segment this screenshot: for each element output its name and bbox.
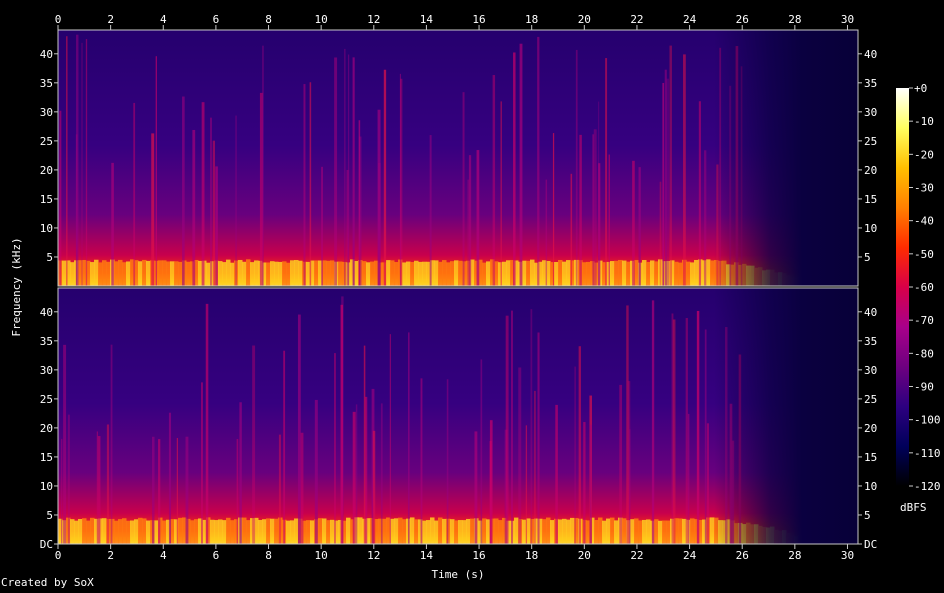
y-tick-label-right: 30: [864, 364, 877, 377]
colorbar-scale: [896, 88, 909, 486]
y-tick-label-right: 40: [864, 306, 877, 319]
colorbar-tick-label: -60: [914, 281, 934, 294]
y-tick-label-left: 10: [40, 222, 53, 235]
y-tick-label-left: 20: [40, 422, 53, 435]
x-tick-label-bottom: 28: [788, 549, 801, 562]
x-tick-label-bottom: 20: [578, 549, 591, 562]
x-tick-label-top: 20: [578, 13, 591, 26]
x-tick-label-bottom: 12: [367, 549, 380, 562]
colorbar-tick-label: -70: [914, 314, 934, 327]
x-axis-label: Time (s): [432, 568, 485, 581]
y-tick-label-right: 30: [864, 106, 877, 119]
y-tick-label-left: 35: [40, 77, 53, 90]
x-tick-label-bottom: 4: [160, 549, 167, 562]
channel-1-panel: [57, 29, 859, 287]
y-tick-label-right: 5: [864, 251, 871, 264]
colorbar-ticks: +0 -10 -20 -30 -40 -50 -60 -70 -80 -90 -100 -110 -12…: [909, 82, 941, 493]
x-tick-label-bottom: 22: [630, 549, 643, 562]
colorbar-tick-label: -110: [914, 447, 941, 460]
colorbar-tick-label: -50: [914, 248, 934, 261]
x-tick-label-bottom: 8: [265, 549, 272, 562]
colorbar-tick-label: -80: [914, 347, 934, 360]
colorbar-tick-label: -30: [914, 182, 934, 195]
y-tick-label-right: 15: [864, 451, 877, 464]
x-tick-label-top: 10: [315, 13, 328, 26]
y-tick-label-right: 20: [864, 422, 877, 435]
colorbar-tick-label: -40: [914, 215, 934, 228]
y-tick-label-right: DC: [864, 538, 877, 551]
y-tick-label-left: 20: [40, 164, 53, 177]
channel-1-fadeout: [58, 30, 858, 286]
x-tick-label-bottom: 26: [736, 549, 749, 562]
x-tick-label-bottom: 0: [55, 549, 62, 562]
x-tick-label-top: 0: [55, 13, 62, 26]
y-tick-label-left: 30: [40, 106, 53, 119]
x-axis-top: 0 2 4 6 8 10 12 14 16 18 20 22 24 26 28 30: [55, 13, 854, 30]
x-tick-label-bottom: 24: [683, 549, 697, 562]
y-tick-label-left: 30: [40, 364, 53, 377]
y-tick-label-right: 10: [864, 222, 877, 235]
x-tick-label-top: 30: [841, 13, 854, 26]
colorbar-tick-label: -10: [914, 115, 934, 128]
y-tick-label-right: 20: [864, 164, 877, 177]
x-tick-label-bottom: 16: [472, 549, 485, 562]
channel-2-panel: [57, 287, 859, 545]
y-tick-label-left: 15: [40, 193, 53, 206]
y-tick-label-right: 25: [864, 393, 877, 406]
y-tick-label-right: 35: [864, 77, 877, 90]
x-tick-label-top: 6: [213, 13, 220, 26]
x-tick-label-top: 2: [107, 13, 114, 26]
x-tick-label-bottom: 30: [841, 549, 854, 562]
x-tick-label-top: 14: [420, 13, 434, 26]
y-tick-label-left: 10: [40, 480, 53, 493]
colorbar-tick-label: -120: [914, 480, 941, 493]
channel-2-fadeout: [58, 288, 858, 544]
y-tick-label-right: 10: [864, 480, 877, 493]
y-tick-label-left: 15: [40, 451, 53, 464]
y-tick-label-right: 5: [864, 509, 871, 522]
y-tick-label-right: 25: [864, 135, 877, 148]
y-tick-label-left: 25: [40, 393, 53, 406]
y-tick-label-left: 25: [40, 135, 53, 148]
colorbar-tick-label: -20: [914, 148, 934, 161]
x-tick-label-top: 16: [472, 13, 485, 26]
x-tick-label-top: 4: [160, 13, 167, 26]
x-tick-label-top: 22: [630, 13, 643, 26]
y-axis-label: Frequency (kHz): [10, 237, 23, 336]
y-tick-label-left: 35: [40, 335, 53, 348]
x-tick-label-top: 28: [788, 13, 801, 26]
y-tick-label-left: 5: [46, 251, 53, 264]
colorbar-tick-label: -90: [914, 381, 934, 394]
x-tick-label-top: 18: [525, 13, 538, 26]
colorbar-tick-label: +0: [914, 82, 927, 95]
x-tick-label-bottom: 18: [525, 549, 538, 562]
x-tick-label-bottom: 6: [213, 549, 220, 562]
colorbar-label: dBFS: [900, 501, 927, 514]
x-axis-bottom: 0 2 4 6 8 10 12 14 16 18 20 22 24 26 28 30: [55, 544, 854, 562]
colorbar: +0 -10 -20 -30 -40 -50 -60 -70 -80 -90 -100 -110 -12…: [896, 82, 941, 514]
y-tick-label-left: 40: [40, 306, 53, 319]
colorbar-tick-label: -100: [914, 414, 941, 427]
y-tick-label-left: DC: [40, 538, 53, 551]
y-tick-label-left: 40: [40, 48, 53, 61]
y-tick-label-right: 35: [864, 335, 877, 348]
x-tick-label-top: 24: [683, 13, 697, 26]
footer-credit: Created by SoX: [1, 576, 94, 589]
x-tick-label-bottom: 2: [107, 549, 114, 562]
spectrogram-chart: 0 2 4 6 8 10 12 14 16 18 20 22 24 26 28 30 0 2 4 6 8 10 12 14 1…: [10, 13, 941, 581]
y-tick-label-left: 5: [46, 509, 53, 522]
x-tick-label-top: 26: [736, 13, 749, 26]
x-tick-label-top: 12: [367, 13, 380, 26]
y-tick-label-right: 40: [864, 48, 877, 61]
x-tick-label-top: 8: [265, 13, 272, 26]
y-tick-label-right: 15: [864, 193, 877, 206]
x-tick-label-bottom: 10: [315, 549, 328, 562]
x-tick-label-bottom: 14: [420, 549, 434, 562]
